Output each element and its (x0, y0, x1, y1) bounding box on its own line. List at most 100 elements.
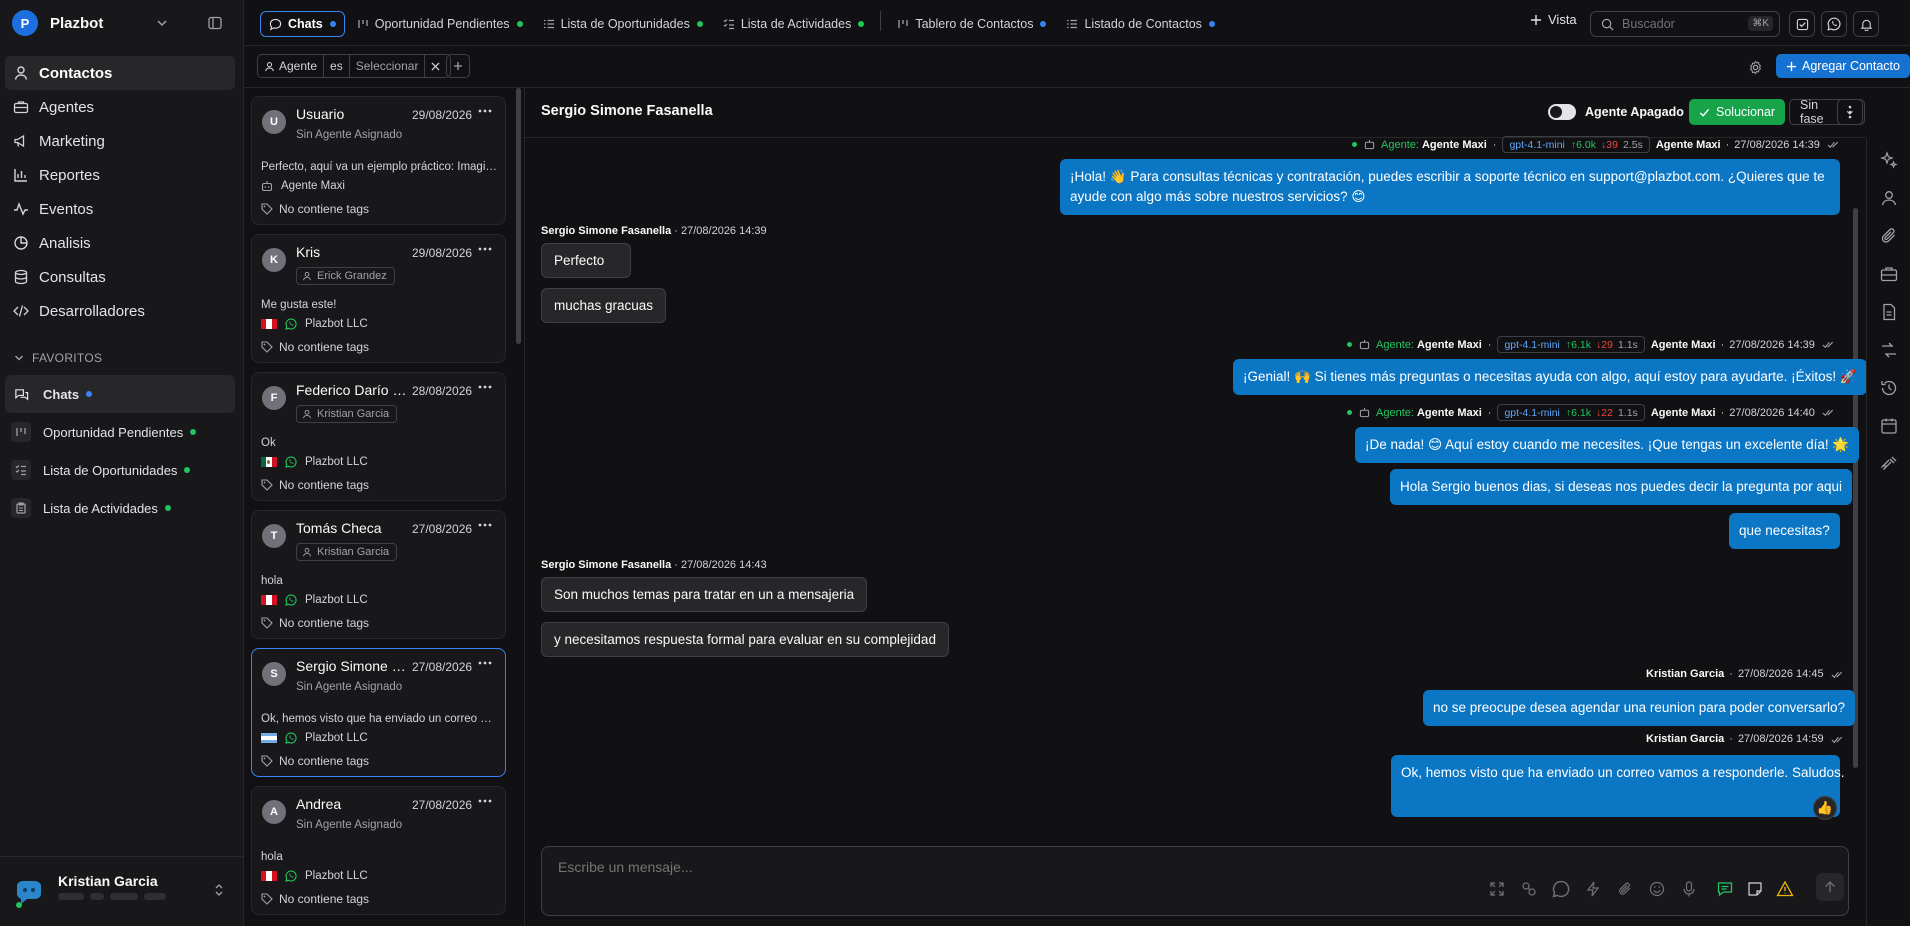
document-icon[interactable] (1879, 302, 1899, 322)
settings-button[interactable] (1744, 56, 1766, 78)
conversation-card[interactable]: T Tomás Checa 27/08/2026 Kristian Garcia… (251, 510, 506, 639)
sidebar-item-consultas[interactable]: Consultas (5, 260, 235, 294)
assigned-agent: Sin Agente Asignado (296, 681, 403, 693)
plug-icon[interactable] (1879, 454, 1899, 474)
solve-button[interactable]: Solucionar (1689, 99, 1786, 125)
tab-listado-contactos[interactable]: Listado de Contactos (1058, 11, 1222, 37)
conversation-card[interactable]: K Kris 29/08/2026 Erick Grandez Me gusta… (251, 234, 506, 363)
favorite-oportunidad-pendientes[interactable]: Oportunidad Pendientes (5, 413, 235, 451)
whatsapp-icon (1827, 17, 1841, 31)
sidebar-item-contactos[interactable]: Contactos (5, 56, 235, 90)
template-icon[interactable] (1520, 880, 1538, 898)
sidebar-item-eventos[interactable]: Eventos (5, 192, 235, 226)
user-menu[interactable]: Kristian Garcia (0, 856, 244, 926)
filter-value-select[interactable]: Seleccionar (350, 55, 426, 77)
send-button[interactable] (1816, 873, 1844, 901)
tokens-in-value: 6.1k (1571, 338, 1592, 351)
emoji-icon[interactable] (1648, 880, 1666, 898)
paperclip-icon[interactable] (1879, 226, 1899, 246)
tab-lista-oportunidades[interactable]: Lista de Oportunidades (535, 11, 711, 37)
conversation-card[interactable]: F Federico Darío Dí... 28/08/2026 Kristi… (251, 372, 506, 501)
agent-toggle[interactable] (1548, 104, 1576, 120)
tags-row: No contiene tags (261, 892, 369, 906)
assigned-agent: Sin Agente Asignado (296, 129, 403, 141)
calendar-icon[interactable] (1879, 416, 1899, 436)
expand-icon[interactable] (1488, 880, 1506, 898)
peru-flag-icon (261, 871, 277, 881)
message-reaction[interactable]: 👍 (1813, 796, 1837, 820)
user-icon[interactable] (1879, 188, 1899, 208)
sidebar-item-agentes[interactable]: Agentes (5, 90, 235, 124)
sender-name: Kristian Garcia (1646, 668, 1725, 680)
status-dot (164, 505, 171, 511)
conversation-list-scrollbar[interactable] (516, 88, 521, 344)
sidebar-item-analisis[interactable]: Analisis (5, 226, 235, 260)
channel-name: Plazbot LLC (305, 870, 368, 882)
whatsapp-icon[interactable] (1552, 880, 1570, 898)
tags-row: No contiene tags (261, 616, 369, 630)
add-filter-button[interactable] (446, 54, 470, 78)
transfer-icon[interactable] (1879, 340, 1899, 360)
channel-name: Plazbot LLC (305, 732, 368, 744)
briefcase-icon[interactable] (1879, 264, 1899, 284)
sidebar-item-marketing[interactable]: Marketing (5, 124, 235, 158)
last-message: Ok, hemos visto que ha enviado un correo… (261, 713, 497, 725)
channel-info: Plazbot LLC (261, 870, 368, 882)
separator: · (1487, 338, 1492, 351)
note-icon[interactable] (1746, 880, 1764, 898)
more-options-icon[interactable] (478, 799, 492, 803)
filter-field[interactable]: Agente (258, 55, 325, 77)
tags-label: No contiene tags (279, 616, 370, 630)
message-mode-icon[interactable] (1716, 880, 1734, 898)
tab-tablero-contactos[interactable]: Tablero de Contactos (889, 11, 1054, 37)
history-icon[interactable] (1879, 378, 1899, 398)
sidebar-item-desarrolladores[interactable]: Desarrolladores (5, 294, 235, 328)
tag-icon (261, 479, 273, 491)
close-icon (431, 61, 440, 71)
chat-scrollbar[interactable] (1853, 208, 1858, 768)
more-options-icon[interactable] (478, 661, 492, 665)
lightning-icon[interactable] (1584, 880, 1602, 898)
more-options-icon[interactable] (478, 523, 492, 527)
favorites-header[interactable]: FAVORITOS (14, 351, 102, 365)
tab-lista-actividades[interactable]: Lista de Actividades (715, 11, 873, 37)
tokens-in: ↑6.0k (1570, 138, 1597, 151)
chat-contact-name[interactable]: Sergio Simone Fasanella (541, 103, 713, 119)
message-time: 27/08/2026 14:39 (1734, 138, 1820, 151)
conversation-card[interactable]: A Andrea 27/08/2026 Sin Agente Asignado … (251, 786, 506, 915)
sidebar-toggle-icon[interactable] (208, 16, 222, 30)
tasks-button[interactable] (1789, 11, 1815, 37)
favorite-chats[interactable]: Chats (5, 375, 235, 413)
workspace-switcher[interactable]: P Plazbot (0, 0, 244, 46)
search-input[interactable]: Buscador ⌘K (1590, 11, 1780, 37)
favorite-lista-actividades[interactable]: Lista de Actividades (5, 489, 235, 527)
status-dot (858, 21, 865, 27)
contact-name: Federico Darío Dí... (296, 382, 408, 398)
assigned-agent: Erick Grandez (317, 270, 387, 282)
chevron-down-icon (15, 355, 23, 361)
notifications-button[interactable] (1853, 11, 1879, 37)
tab-chats[interactable]: Chats (260, 11, 345, 37)
warning-icon[interactable] (1776, 880, 1794, 898)
message-input[interactable] (558, 859, 1158, 875)
microphone-icon[interactable] (1680, 880, 1698, 898)
more-options-icon[interactable] (478, 109, 492, 113)
chat-more-button[interactable] (1837, 99, 1863, 125)
favorite-lista-oportunidades[interactable]: Lista de Oportunidades (5, 451, 235, 489)
paperclip-icon[interactable] (1616, 880, 1634, 898)
more-options-icon[interactable] (478, 385, 492, 389)
sparkles-icon[interactable] (1879, 150, 1899, 170)
conversation-card-selected[interactable]: S Sergio Simone Fa... 27/08/2026 Sin Age… (251, 648, 506, 777)
chevron-down-icon[interactable] (156, 17, 168, 29)
add-contact-button[interactable]: Agregar Contacto (1776, 54, 1910, 78)
filter-operator[interactable]: es (324, 55, 350, 77)
tab-oportunidad-pendientes[interactable]: Oportunidad Pendientes (349, 11, 531, 37)
conversation-card[interactable]: U Usuario 29/08/2026 Sin Agente Asignado… (251, 96, 506, 225)
add-view-button[interactable]: Vista (1530, 12, 1577, 27)
whatsapp-button[interactable] (1821, 11, 1847, 37)
assigned-agent-badge: Kristian Garcia (296, 405, 398, 423)
message-time: 27/08/2026 14:43 (681, 559, 767, 571)
more-options-icon[interactable] (478, 247, 492, 251)
sidebar-item-reportes[interactable]: Reportes (5, 158, 235, 192)
bot-icon (1364, 139, 1375, 150)
